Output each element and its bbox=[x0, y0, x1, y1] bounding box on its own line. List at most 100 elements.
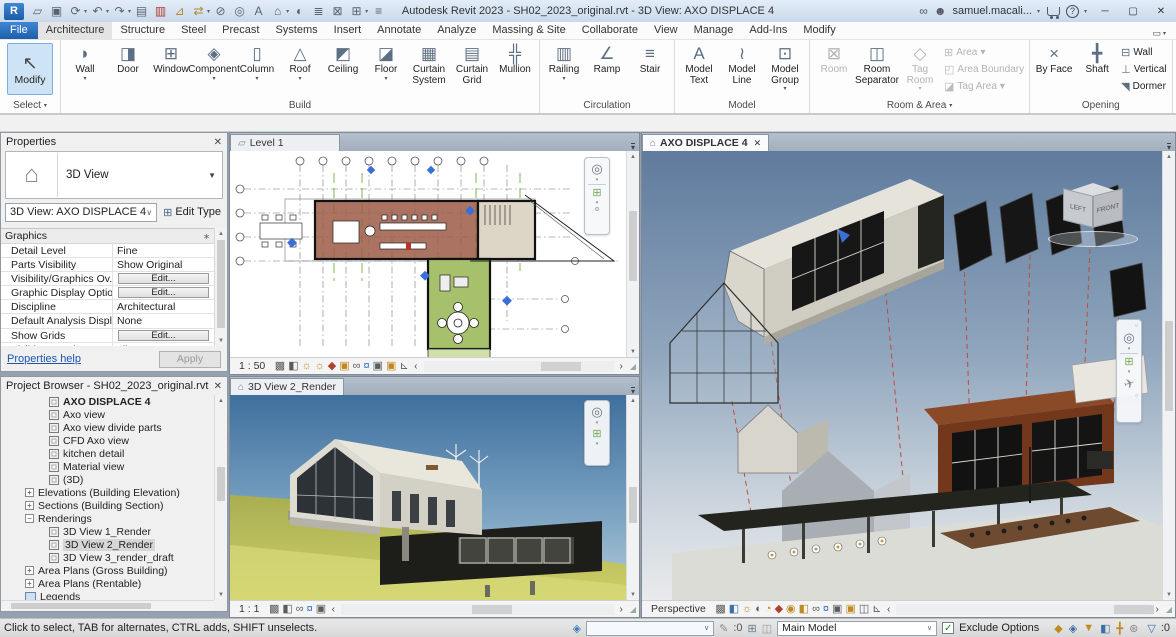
resize-grip-icon[interactable]: ◢ bbox=[1166, 605, 1172, 614]
redo-icon[interactable]: ↷ bbox=[111, 3, 128, 20]
undo-icon-chevron[interactable]: ▾ bbox=[106, 8, 109, 15]
expand-icon[interactable]: + bbox=[25, 501, 34, 510]
hscrollbar[interactable] bbox=[896, 604, 1149, 615]
plan-navigation-bar[interactable]: ◎ ▾ ⊞ ▾ bbox=[584, 157, 610, 235]
help-icon[interactable]: ? bbox=[1066, 5, 1079, 18]
curtain-grid-button[interactable]: ▤Curtain Grid bbox=[451, 42, 493, 87]
hscrollbar[interactable] bbox=[341, 604, 614, 615]
railing-button[interactable]: ▥Railing▾ bbox=[543, 42, 585, 83]
tree-item-elevations-building-elevation[interactable]: +Elevations (Building Elevation) bbox=[1, 486, 214, 499]
tree-item-renderings[interactable]: −Renderings bbox=[1, 512, 214, 525]
shaft-button[interactable]: ╋Shaft bbox=[1076, 42, 1118, 77]
close-icon[interactable]: ✕ bbox=[214, 381, 222, 392]
open-file-icon[interactable]: ▱ bbox=[29, 3, 46, 20]
type-selector-chevron-icon[interactable]: ▼ bbox=[208, 171, 216, 180]
help-menu-chevron-icon[interactable]: ▾ bbox=[1084, 8, 1087, 15]
render-navigation-bar[interactable]: ◎ ▾ ⊞ ▾ bbox=[584, 400, 610, 466]
tree-item-legends[interactable]: Legends bbox=[1, 590, 214, 600]
tree-item-3d-view-1-render[interactable]: 3D View 1_Render bbox=[1, 525, 214, 538]
collapse-icon[interactable]: − bbox=[25, 514, 34, 523]
tree-item-axo-view[interactable]: Axo view bbox=[1, 408, 214, 421]
revit-logo[interactable]: R bbox=[4, 3, 24, 20]
pan-icon[interactable]: ✈ bbox=[1121, 375, 1136, 394]
measure-icon[interactable]: ⊿ bbox=[171, 3, 188, 20]
default-3d-view-icon[interactable]: ⌂ bbox=[269, 3, 286, 20]
graphic-display-optio-edit-button[interactable]: Edit... bbox=[118, 287, 209, 298]
show-crop-icon[interactable]: ◉ bbox=[786, 602, 796, 617]
scroll-left-icon[interactable]: ‹ bbox=[332, 604, 335, 615]
render-icon[interactable]: ◐ bbox=[291, 3, 308, 20]
tree-item-area-plans-rentable[interactable]: +Area Plans (Rentable) bbox=[1, 577, 214, 590]
view-cube-left-face[interactable]: LEFT bbox=[1063, 188, 1093, 227]
reveal-hidden-icon[interactable]: ¤ bbox=[823, 602, 829, 617]
sync-with-central-icon[interactable]: ⟳ bbox=[67, 3, 84, 20]
reveal-hidden-icon[interactable]: ¤ bbox=[364, 359, 370, 374]
temporary-view-properties-icon[interactable]: ▣ bbox=[373, 359, 383, 374]
view-cube-front-face[interactable]: FRONT bbox=[1093, 188, 1123, 227]
scroll-left-icon[interactable]: ‹ bbox=[887, 604, 890, 615]
undo-icon[interactable]: ↶ bbox=[89, 3, 106, 20]
sun-path-icon[interactable]: ☼ bbox=[742, 602, 752, 617]
steering-wheel-icon[interactable]: ◎ bbox=[1123, 330, 1134, 345]
view-cube-compass[interactable] bbox=[1048, 231, 1138, 247]
panel-label-opening[interactable]: Opening bbox=[1030, 98, 1171, 113]
temporary-view-properties-icon[interactable]: ▣ bbox=[832, 602, 842, 617]
graphics-section-header[interactable]: Graphics∗ bbox=[1, 229, 214, 244]
resize-grip-icon[interactable]: ◢ bbox=[630, 362, 636, 371]
tree-item-axo-view-divide-parts[interactable]: Axo view divide parts bbox=[1, 421, 214, 434]
axo-canvas[interactable]: LEFT FRONT ○ ◎ ▾ ⊞ ▾ ✈ ○ bbox=[642, 151, 1164, 602]
properties-scrollbar[interactable]: ▲ ▼ bbox=[214, 228, 227, 346]
view-scale[interactable]: 1 : 50 bbox=[239, 360, 265, 372]
panel-label-circulation[interactable]: Circulation bbox=[540, 98, 674, 113]
sun-settings-icon[interactable]: ◐ bbox=[755, 602, 762, 617]
property-row-visibility-graphics-ov[interactable]: Visibility/Graphics Ov...Edit... bbox=[1, 272, 214, 286]
roof-button[interactable]: △Roof▾ bbox=[279, 42, 321, 83]
tree-item-material-view[interactable]: Material view bbox=[1, 460, 214, 473]
tree-item-3d-view-3-render-draft[interactable]: 3D View 3_render_draft bbox=[1, 551, 214, 564]
temporary-hide-icon[interactable]: ∞ bbox=[812, 602, 820, 617]
aligned-dimension-icon-chevron[interactable]: ▾ bbox=[207, 8, 210, 15]
signed-in-user[interactable]: samuel.macali... bbox=[952, 5, 1031, 17]
shadows-icon[interactable]: ☼ bbox=[315, 359, 325, 374]
default-3d-view-icon-chevron[interactable]: ▾ bbox=[286, 8, 289, 15]
vertical-button[interactable]: ⊥Vertical bbox=[1119, 62, 1168, 77]
navbar-pin-icon[interactable]: ○ bbox=[1135, 323, 1138, 329]
column-button[interactable]: ▯Column▾ bbox=[236, 42, 278, 83]
design-options-icon[interactable]: ⊞ bbox=[748, 622, 757, 635]
panel-label-room-area[interactable]: Room & Area▾ bbox=[810, 98, 1029, 113]
temporary-hide-icon[interactable]: ∞ bbox=[296, 602, 304, 617]
panel-label-model[interactable]: Model bbox=[675, 98, 809, 113]
tag-icon[interactable]: ◎ bbox=[231, 3, 248, 20]
steering-wheel-icon[interactable]: ◎ bbox=[591, 161, 602, 176]
user-icon[interactable]: ☻ bbox=[934, 4, 947, 18]
project-browser-title[interactable]: Project Browser - SH02_2023_original.rvt… bbox=[1, 377, 227, 395]
zoom-icon[interactable]: ⊞ bbox=[592, 186, 601, 199]
analytical-model-icon[interactable]: ▣ bbox=[845, 602, 855, 617]
select-panel-label[interactable]: Select▾ bbox=[0, 98, 60, 113]
crop-view-icon[interactable]: ◆ bbox=[775, 602, 783, 617]
hscrollbar[interactable] bbox=[424, 361, 614, 372]
expand-icon[interactable]: + bbox=[25, 566, 34, 575]
visual-style-icon[interactable]: ◧ bbox=[282, 602, 292, 617]
steering-wheel-icon[interactable]: ◎ bbox=[591, 404, 602, 419]
apply-button[interactable]: Apply bbox=[159, 351, 221, 368]
expand-icon[interactable]: + bbox=[25, 579, 34, 588]
close-hidden-windows-icon[interactable]: ⊠ bbox=[329, 3, 346, 20]
view-instance-combobox[interactable]: 3D View: AXO DISPLACE 4∨ bbox=[5, 203, 157, 222]
tab-list-icon[interactable]: ▾ bbox=[631, 387, 635, 395]
property-row-detail-level[interactable]: Detail LevelFine bbox=[1, 244, 214, 258]
edit-type-button[interactable]: ⊞ Edit Type bbox=[161, 206, 223, 219]
panel-label-build[interactable]: Build bbox=[61, 98, 539, 113]
zoom-icon[interactable]: ⊞ bbox=[1124, 355, 1133, 368]
resize-grip-icon[interactable]: ◢ bbox=[630, 605, 636, 614]
navbar-options-icon[interactable]: ○ bbox=[1135, 393, 1138, 399]
ribbon-tab-manage[interactable]: Manage bbox=[686, 22, 742, 39]
select-underlay-icon[interactable]: ◈ bbox=[1069, 622, 1077, 635]
section-icon[interactable]: ⊘ bbox=[212, 3, 229, 20]
editable-only-icon[interactable]: ✎ bbox=[719, 622, 728, 635]
hide-analytical-icon[interactable]: ▣ bbox=[386, 359, 396, 374]
close-view-icon[interactable]: ✕ bbox=[754, 138, 762, 149]
user-menu-chevron-icon[interactable]: ▾ bbox=[1037, 8, 1040, 15]
tree-item-area-plans-gross-building[interactable]: +Area Plans (Gross Building) bbox=[1, 564, 214, 577]
property-row-show-grids[interactable]: Show GridsEdit... bbox=[1, 329, 214, 343]
